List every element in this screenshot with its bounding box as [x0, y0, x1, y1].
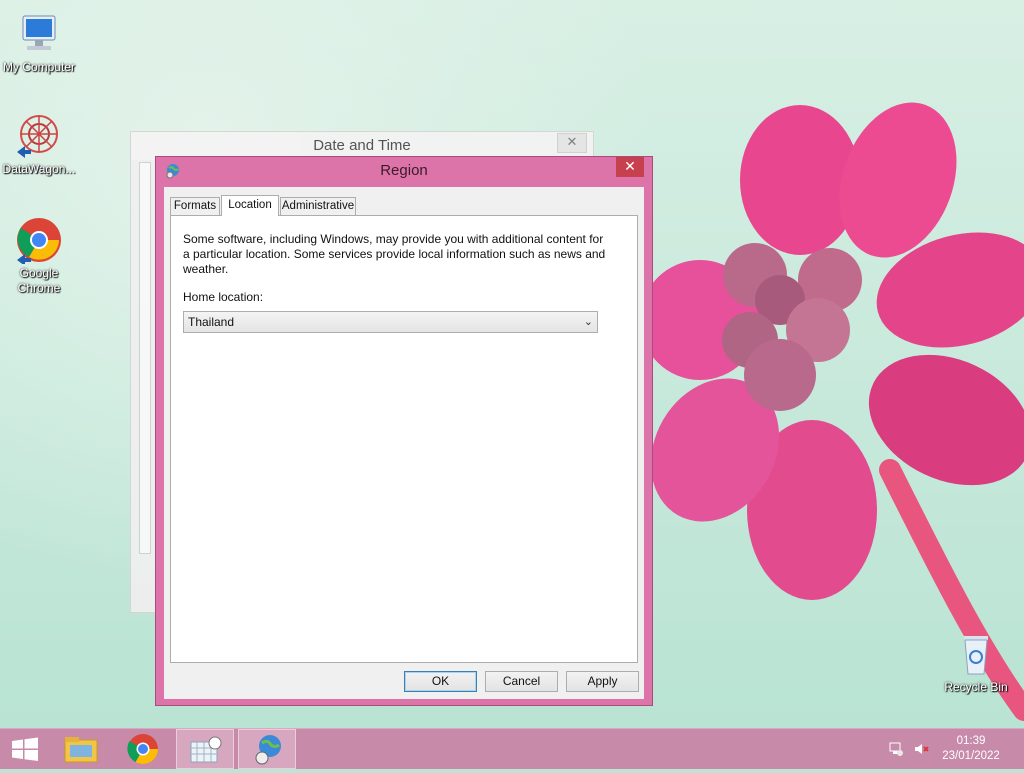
region-title: Region — [380, 162, 428, 179]
desktop-icon-google-chrome[interactable]: Google Chrome — [1, 216, 77, 296]
computer-icon — [15, 10, 63, 58]
taskbar-chrome[interactable] — [114, 729, 172, 769]
home-location-value: Thailand — [188, 315, 235, 329]
region-dialog[interactable]: Region ✕ Formats Location Administrative… — [155, 156, 653, 706]
region-icon — [255, 735, 281, 765]
desktop-icon-label: DataWagon... — [2, 162, 76, 176]
location-description: Some software, including Windows, may pr… — [183, 232, 606, 276]
region-titlebar[interactable]: Region ✕ — [156, 157, 652, 187]
ok-label: OK — [431, 674, 450, 688]
tab-label: Location — [228, 199, 272, 211]
close-button[interactable]: ✕ — [557, 133, 587, 153]
date-time-icon — [190, 736, 222, 763]
recycle-bin-icon — [952, 630, 1000, 678]
cancel-label: Cancel — [502, 674, 541, 688]
home-location-dropdown[interactable]: Thailand ⌄ — [183, 311, 598, 333]
region-close-button[interactable]: ✕ — [616, 157, 644, 177]
desktop-icon-label: My Computer — [2, 60, 76, 74]
desktop-icon-label: Recycle Bin — [944, 680, 1008, 694]
taskbar-region[interactable] — [238, 729, 296, 769]
desktop-icon-label: Google Chrome — [17, 266, 61, 295]
desktop-icon-my-computer[interactable]: My Computer — [1, 10, 77, 75]
tab-location[interactable]: Location — [221, 195, 279, 216]
tab-label: Formats — [173, 200, 217, 212]
home-location-label: Home location: — [183, 290, 264, 304]
taskbar-clock[interactable]: 01:39 23/01/2022 — [936, 734, 1006, 764]
location-tab-panel: Some software, including Windows, may pr… — [170, 215, 638, 663]
chevron-down-icon: ⌄ — [583, 316, 593, 328]
apply-label: Apply — [587, 674, 618, 688]
clock-time: 01:39 — [956, 735, 986, 747]
close-icon: ✕ — [624, 159, 636, 175]
taskbar: 01:39 23/01/2022 — [0, 728, 1024, 769]
network-icon[interactable] — [888, 741, 904, 757]
start-button[interactable] — [0, 729, 58, 769]
taskbar-file-explorer[interactable] — [52, 729, 110, 769]
region-client-area: Formats Location Administrative Some sof… — [164, 187, 644, 699]
chrome-icon — [15, 216, 63, 266]
date-time-tab-panel — [139, 162, 151, 554]
cancel-button[interactable]: Cancel — [485, 671, 558, 692]
tab-label: Administrative — [281, 200, 355, 212]
close-icon: ✕ — [566, 135, 578, 150]
clock-date: 23/01/2022 — [942, 750, 1000, 762]
tab-formats[interactable]: Formats — [170, 197, 220, 215]
volume-muted-icon[interactable] — [913, 741, 929, 757]
windows-start-icon — [12, 737, 38, 761]
chrome-icon — [127, 734, 158, 765]
taskbar-date-and-time[interactable] — [176, 729, 234, 769]
ok-button[interactable]: OK — [404, 671, 477, 692]
apply-button[interactable]: Apply — [566, 671, 639, 692]
desktop-icon-recycle-bin[interactable]: Recycle Bin — [938, 630, 1014, 695]
file-explorer-icon — [64, 737, 98, 763]
desktop-icon-datawagon[interactable]: DataWagon... — [1, 112, 77, 177]
tab-administrative[interactable]: Administrative — [280, 197, 356, 215]
datawagon-icon — [15, 112, 63, 160]
